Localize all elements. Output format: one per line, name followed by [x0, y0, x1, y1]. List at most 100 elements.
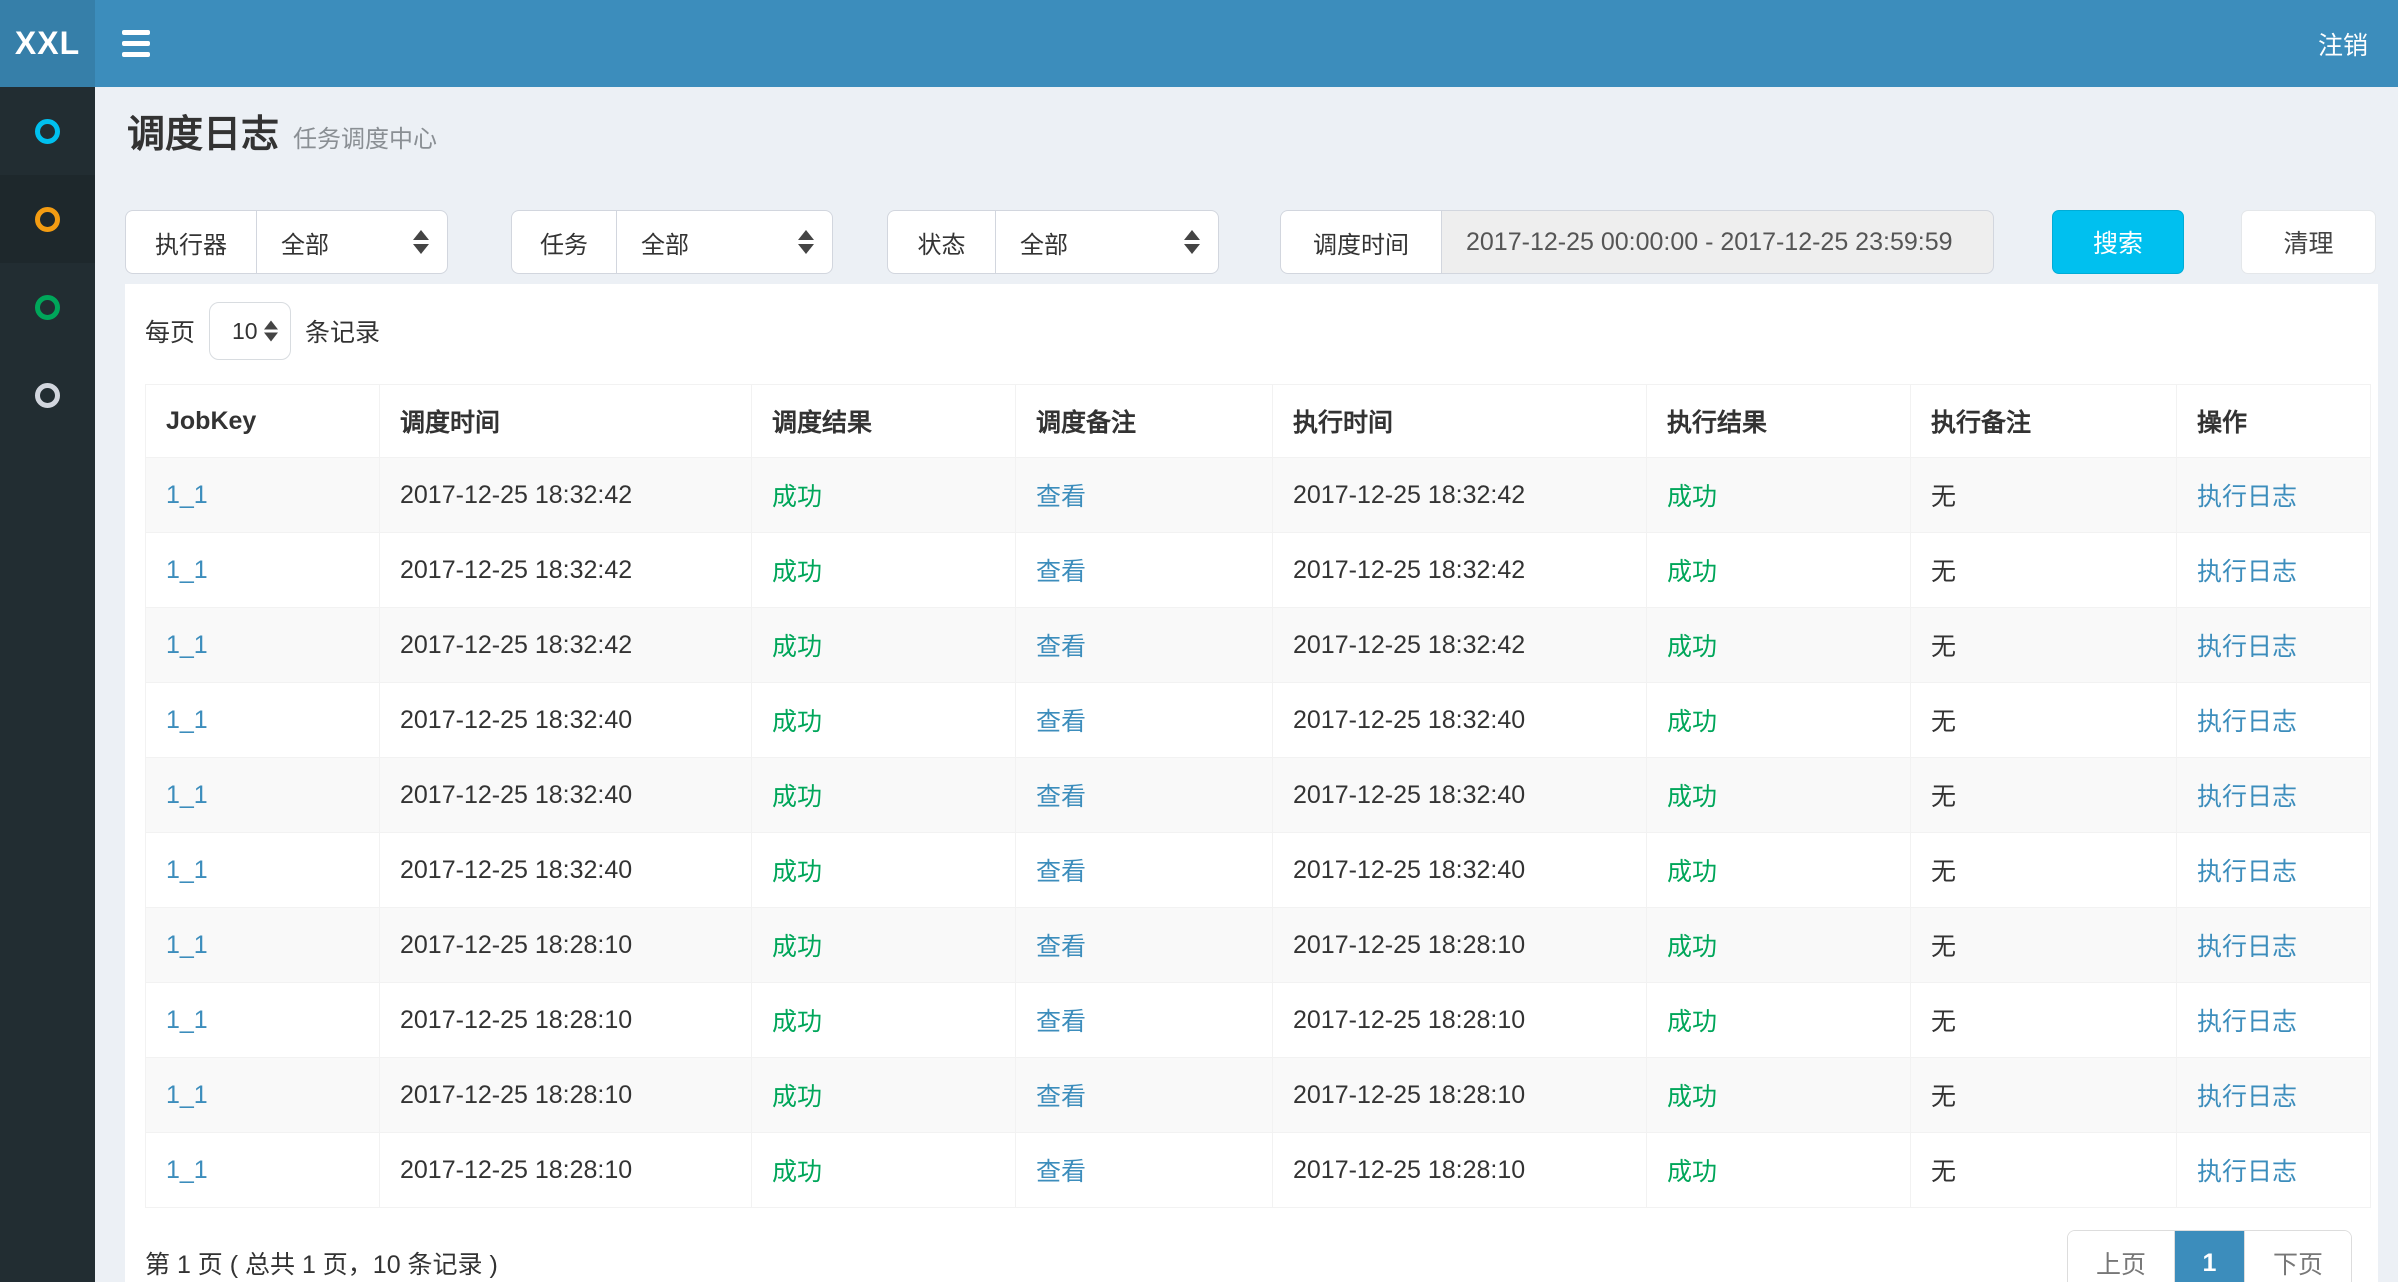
- hamburger-icon: [122, 52, 150, 57]
- trigger-msg-link[interactable]: 查看: [1036, 858, 1086, 886]
- exec-log-link[interactable]: 执行日志: [2197, 483, 2297, 511]
- time-filter-group: 调度时间 2017-12-25 00:00:00 - 2017-12-25 23…: [1280, 210, 1994, 274]
- status-filter-select[interactable]: 全部: [995, 210, 1219, 274]
- table-cell: 执行日志: [2177, 983, 2371, 1058]
- trigger-msg-link[interactable]: 查看: [1036, 1008, 1086, 1036]
- select-spinner-icon: [413, 230, 429, 254]
- trigger-msg-link[interactable]: 查看: [1036, 1158, 1086, 1186]
- next-page-button[interactable]: 下页: [2244, 1231, 2351, 1282]
- screen: XXL 注销 调度日志 任务调度中心 执行器 全部: [0, 0, 2398, 1282]
- table-cell: 查看: [1016, 983, 1273, 1058]
- exec-log-link[interactable]: 执行日志: [2197, 708, 2297, 736]
- page-size-select[interactable]: 10: [209, 302, 291, 360]
- sidebar-item-1[interactable]: [0, 87, 95, 175]
- job-key-link[interactable]: 1_1: [166, 931, 208, 959]
- table-cell: 查看: [1016, 1133, 1273, 1208]
- circle-icon: [35, 119, 60, 144]
- logout-link[interactable]: 注销: [2318, 26, 2368, 62]
- job-key-link[interactable]: 1_1: [166, 481, 208, 509]
- trigger-time-cell: 2017-12-25 18:32:40: [380, 758, 752, 833]
- hamburger-icon: [122, 41, 150, 46]
- trigger-result-cell: 成功: [752, 983, 1016, 1058]
- trigger-msg-link[interactable]: 查看: [1036, 783, 1086, 811]
- trigger-msg-link[interactable]: 查看: [1036, 633, 1086, 661]
- job-key-link[interactable]: 1_1: [166, 706, 208, 734]
- circle-icon: [35, 207, 60, 232]
- table-cell: 执行日志: [2177, 758, 2371, 833]
- table-cell: 执行日志: [2177, 1058, 2371, 1133]
- trigger-result-cell: 成功: [752, 533, 1016, 608]
- table-cell: 查看: [1016, 908, 1273, 983]
- table-row: 1_12017-12-25 18:28:10成功查看2017-12-25 18:…: [146, 983, 2371, 1058]
- sidebar-item-2[interactable]: [0, 175, 95, 263]
- job-key-link[interactable]: 1_1: [166, 556, 208, 584]
- trigger-result-cell: 成功: [752, 458, 1016, 533]
- job-key-link[interactable]: 1_1: [166, 631, 208, 659]
- exec-log-link[interactable]: 执行日志: [2197, 933, 2297, 961]
- trigger-msg-link[interactable]: 查看: [1036, 708, 1086, 736]
- table-cell: 1_1: [146, 758, 380, 833]
- handle-result-cell: 成功: [1647, 833, 1911, 908]
- executor-filter-label: 执行器: [125, 210, 256, 274]
- select-spinner-icon: [1184, 230, 1200, 254]
- trigger-time-cell: 2017-12-25 18:28:10: [380, 908, 752, 983]
- table-header-cell: 操作: [2177, 385, 2371, 458]
- table-cell: 执行日志: [2177, 1133, 2371, 1208]
- status-filter-label: 状态: [887, 210, 995, 274]
- circle-icon: [35, 383, 60, 408]
- handle-result-cell: 成功: [1647, 533, 1911, 608]
- job-key-link[interactable]: 1_1: [166, 856, 208, 884]
- exec-log-link[interactable]: 执行日志: [2197, 783, 2297, 811]
- executor-filter-value: 全部: [281, 225, 329, 260]
- table-cell: 1_1: [146, 1058, 380, 1133]
- table-row: 1_12017-12-25 18:28:10成功查看2017-12-25 18:…: [146, 1058, 2371, 1133]
- clear-button[interactable]: 清理: [2241, 210, 2376, 274]
- job-key-link[interactable]: 1_1: [166, 1006, 208, 1034]
- handle-time-cell: 2017-12-25 18:28:10: [1273, 1058, 1647, 1133]
- exec-log-link[interactable]: 执行日志: [2197, 633, 2297, 661]
- table-cell: 执行日志: [2177, 833, 2371, 908]
- table-cell: 1_1: [146, 833, 380, 908]
- search-button[interactable]: 搜索: [2052, 210, 2184, 274]
- trigger-msg-link[interactable]: 查看: [1036, 933, 1086, 961]
- trigger-msg-link[interactable]: 查看: [1036, 558, 1086, 586]
- job-key-link[interactable]: 1_1: [166, 781, 208, 809]
- trigger-result-cell: 成功: [752, 683, 1016, 758]
- job-key-link[interactable]: 1_1: [166, 1081, 208, 1109]
- table-cell: 1_1: [146, 1133, 380, 1208]
- brand-logo[interactable]: XXL: [0, 0, 95, 87]
- table-row: 1_12017-12-25 18:32:40成功查看2017-12-25 18:…: [146, 833, 2371, 908]
- top-navbar: XXL 注销: [0, 0, 2398, 87]
- exec-log-link[interactable]: 执行日志: [2197, 858, 2297, 886]
- exec-log-link[interactable]: 执行日志: [2197, 1158, 2297, 1186]
- table-row: 1_12017-12-25 18:28:10成功查看2017-12-25 18:…: [146, 908, 2371, 983]
- sidebar-toggle-button[interactable]: [107, 0, 165, 87]
- current-page-button[interactable]: 1: [2175, 1231, 2244, 1282]
- sidebar-menu: [0, 87, 95, 439]
- trigger-time-cell: 2017-12-25 18:32:42: [380, 608, 752, 683]
- handle-result-cell: 成功: [1647, 608, 1911, 683]
- table-cell: 1_1: [146, 683, 380, 758]
- prev-page-button[interactable]: 上页: [2068, 1231, 2175, 1282]
- table-header-row: JobKey调度时间调度结果调度备注执行时间执行结果执行备注操作: [146, 385, 2371, 458]
- exec-log-link[interactable]: 执行日志: [2197, 1008, 2297, 1036]
- trigger-msg-link[interactable]: 查看: [1036, 1083, 1086, 1111]
- job-key-link[interactable]: 1_1: [166, 1156, 208, 1184]
- executor-filter-select[interactable]: 全部: [256, 210, 448, 274]
- exec-log-link[interactable]: 执行日志: [2197, 558, 2297, 586]
- sidebar-item-4[interactable]: [0, 351, 95, 439]
- job-filter-select[interactable]: 全部: [616, 210, 833, 274]
- log-table: JobKey调度时间调度结果调度备注执行时间执行结果执行备注操作 1_12017…: [145, 384, 2371, 1208]
- trigger-result-cell: 成功: [752, 833, 1016, 908]
- table-cell: 1_1: [146, 908, 380, 983]
- handle-time-cell: 2017-12-25 18:28:10: [1273, 908, 1647, 983]
- table-cell: 1_1: [146, 533, 380, 608]
- sidebar: [0, 87, 95, 1282]
- table-row: 1_12017-12-25 18:28:10成功查看2017-12-25 18:…: [146, 1133, 2371, 1208]
- sidebar-item-3[interactable]: [0, 263, 95, 351]
- trigger-msg-link[interactable]: 查看: [1036, 483, 1086, 511]
- executor-filter-group: 执行器 全部: [125, 210, 448, 274]
- time-range-input[interactable]: 2017-12-25 00:00:00 - 2017-12-25 23:59:5…: [1441, 210, 1994, 274]
- exec-log-link[interactable]: 执行日志: [2197, 1083, 2297, 1111]
- trigger-time-cell: 2017-12-25 18:28:10: [380, 1133, 752, 1208]
